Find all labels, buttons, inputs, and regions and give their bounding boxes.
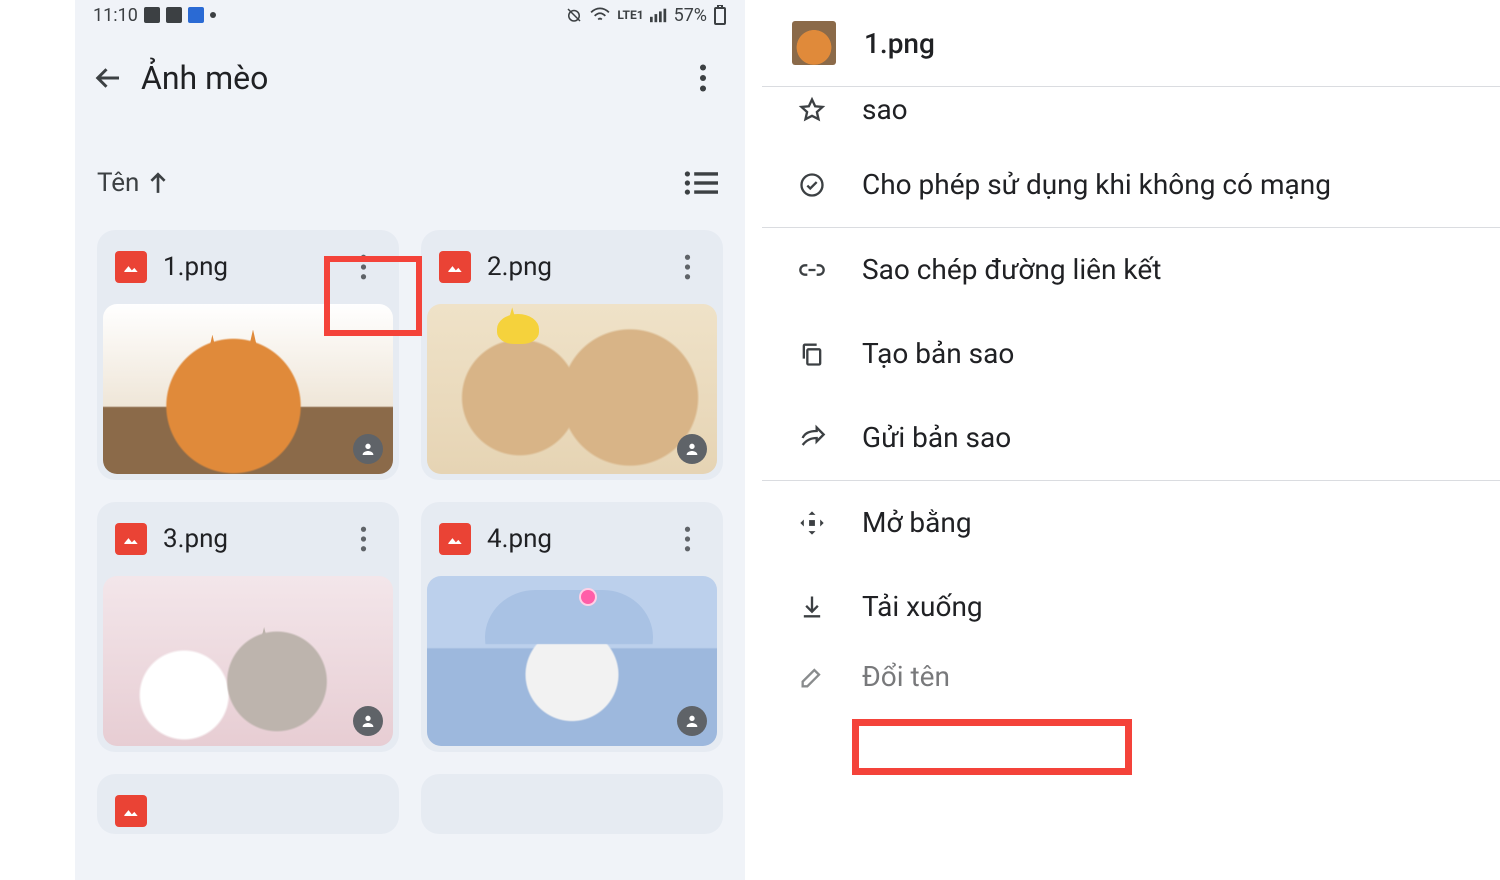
status-bar: 11:10 LTE1 57% [75,0,745,30]
file-thumbnail[interactable] [427,576,717,746]
image-file-icon [439,251,471,283]
more-vert-icon [699,64,707,92]
file-overflow-button[interactable] [665,517,709,561]
star-icon [796,96,828,124]
file-overflow-button[interactable] [341,517,385,561]
wifi-icon [589,7,611,23]
file-name: 4.png [487,524,649,554]
app-bar: Ảnh mèo [75,30,745,126]
network-label: LTE1 [617,8,643,22]
menu-label: Đổi tên [862,659,950,695]
menu-item-star[interactable]: sao [762,87,1500,143]
file-action-sheet: 1.png sao Cho phép sử dụng khi không có … [762,0,1500,880]
more-vert-icon [360,254,367,280]
menu-item-make-copy[interactable]: Tạo bản sao [762,312,1500,396]
sheet-header: 1.png [762,0,1500,86]
file-overflow-button[interactable] [665,245,709,289]
file-thumbnail[interactable] [103,304,393,474]
image-file-icon [115,251,147,283]
folder-overflow-button[interactable] [675,50,731,106]
back-button[interactable] [81,50,137,106]
menu-label: Gửi bản sao [862,420,1011,456]
file-thumbnail[interactable] [427,304,717,474]
menu-label: Mở bằng [862,505,972,541]
file-card[interactable]: 1.png [97,230,399,480]
file-thumbnail[interactable] [103,576,393,746]
drive-folder-screen: 11:10 LTE1 57% Ảnh mèo [75,0,745,880]
file-card[interactable] [421,774,723,834]
file-card[interactable] [97,774,399,834]
arrow-left-icon [94,63,124,93]
more-vert-icon [684,526,691,552]
status-app-icon [188,7,204,23]
file-name: 3.png [163,524,325,554]
file-overflow-button[interactable] [341,245,385,289]
status-app-icon [166,7,182,23]
shared-badge [353,706,383,736]
menu-label: Cho phép sử dụng khi không có mạng [862,167,1331,203]
sheet-file-thumbnail [792,21,836,65]
link-icon [796,256,828,284]
sort-row: Tên [75,148,745,218]
sort-button[interactable]: Tên [97,168,167,198]
download-icon [796,593,828,621]
list-view-icon [684,170,718,196]
file-grid: 1.png 2.png [75,218,745,834]
folder-title: Ảnh mèo [141,59,675,97]
sheet-file-name: 1.png [864,27,935,60]
file-name: 2.png [487,252,649,282]
offline-icon [796,171,828,199]
alarm-off-icon [565,6,583,24]
flower-decoration [581,590,595,604]
open-with-icon [796,509,828,537]
file-card[interactable]: 4.png [421,502,723,752]
signal-icon [650,7,668,23]
image-file-icon [115,523,147,555]
menu-label: Tạo bản sao [862,336,1014,372]
menu-item-download[interactable]: Tải xuống [762,565,1500,649]
shared-badge [353,434,383,464]
menu-item-rename[interactable]: Đổi tên [762,649,1500,705]
image-file-icon [115,795,147,827]
arrow-up-icon [149,172,167,194]
menu-item-open-with[interactable]: Mở bằng [762,481,1500,565]
view-toggle-button[interactable] [679,161,723,205]
image-file-icon [439,523,471,555]
file-card[interactable]: 3.png [97,502,399,752]
battery-percent: 57% [674,5,707,26]
shared-badge [677,706,707,736]
menu-item-copy-link[interactable]: Sao chép đường liên kết [762,228,1500,312]
menu-item-offline[interactable]: Cho phép sử dụng khi không có mạng [762,143,1500,227]
menu-label: Tải xuống [862,589,983,625]
battery-icon [713,5,727,25]
shared-badge [677,434,707,464]
rename-icon [796,663,828,691]
status-app-icon [144,7,160,23]
file-name: 1.png [163,252,325,282]
status-more-icon [210,12,216,18]
share-arrow-icon [796,424,828,452]
status-time: 11:10 [93,5,138,26]
menu-item-send-copy[interactable]: Gửi bản sao [762,396,1500,480]
file-card[interactable]: 2.png [421,230,723,480]
copy-icon [796,340,828,368]
menu-label: sao [862,92,908,128]
sort-label: Tên [97,168,139,198]
more-vert-icon [684,254,691,280]
more-vert-icon [360,526,367,552]
menu-label: Sao chép đường liên kết [862,252,1161,288]
